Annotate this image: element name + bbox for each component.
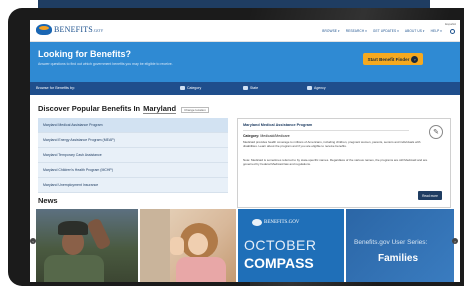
arrow-right-icon: › xyxy=(411,55,419,63)
search-icon[interactable] xyxy=(450,29,455,34)
benefit-item[interactable]: Maryland Children's Health Program (MCHP… xyxy=(38,163,228,178)
carousel-prev-icon[interactable]: ‹ xyxy=(30,238,36,244)
child-image xyxy=(188,233,208,255)
website-screen: BENEFITS.GOV Español BROWSE ▾ RESEARCH ▾… xyxy=(30,20,460,282)
site-header: BENEFITS.GOV Español BROWSE ▾ RESEARCH ▾… xyxy=(30,20,460,42)
nav-help[interactable]: HELP ▾ xyxy=(431,29,442,33)
stethoscope-icon: ✎ xyxy=(429,125,443,139)
nav-browse[interactable]: BROWSE ▾ xyxy=(322,29,339,33)
benefit-item[interactable]: Maryland Temporary Cash Assistance xyxy=(38,148,228,163)
soldier-image xyxy=(44,255,104,282)
carousel-next-icon[interactable]: › xyxy=(452,238,458,244)
hero-subtitle: Answer questions to find out which gover… xyxy=(38,62,173,66)
discover-title: Discover Popular Benefits In xyxy=(38,104,141,113)
start-benefit-finder-button[interactable]: Start Benefit Finder › xyxy=(363,53,423,65)
tile-logo-text: BENEFITS.GOV xyxy=(264,220,300,225)
benefit-item[interactable]: Maryland Unemployment Insurance xyxy=(38,178,228,193)
detail-title: Maryland Medical Assistance Program xyxy=(243,123,313,127)
category-value: Medicaid/Medicare xyxy=(260,134,290,138)
detail-description: Medicaid provides health coverage to mil… xyxy=(243,140,421,148)
logo-suffix: .GOV xyxy=(92,28,104,33)
logo-icon xyxy=(36,24,52,35)
benefit-item-label: Maryland Unemployment Insurance xyxy=(43,183,99,187)
tile-logo: BENEFITS.GOV xyxy=(252,219,299,226)
discover-heading: Discover Popular Benefits In Maryland Ch… xyxy=(38,104,209,114)
tile-line-2: COMPASS xyxy=(244,255,314,271)
nav-research[interactable]: RESEARCH ▾ xyxy=(346,29,367,33)
benefit-item[interactable]: Maryland Medical Assistance Program xyxy=(38,118,228,133)
logo-wordmark: BENEFITS xyxy=(54,25,93,34)
girl-body xyxy=(176,257,226,282)
divider xyxy=(243,130,409,131)
benefit-item-label: Maryland Children's Health Program (MCHP… xyxy=(43,168,113,172)
selected-state[interactable]: Maryland xyxy=(143,104,177,114)
read-more-button[interactable]: Read more xyxy=(418,191,442,200)
benefit-item[interactable]: Maryland Energy Assistance Program (MEAP… xyxy=(38,133,228,148)
benefit-list: Maryland Medical Assistance Program Mary… xyxy=(38,118,228,193)
nav-get-updates[interactable]: GET UPDATES ▾ xyxy=(373,29,399,33)
browse-agency[interactable]: Agency xyxy=(307,86,326,90)
tile-series-title: Benefits.gov User Series: xyxy=(354,239,428,246)
read-more-label: Read more xyxy=(422,193,438,198)
change-location-button[interactable]: Change location xyxy=(181,107,209,113)
news-tile-user-series[interactable]: Benefits.gov User Series: Families xyxy=(346,209,454,282)
benefit-detail-panel: Maryland Medical Assistance Program Cate… xyxy=(237,118,451,208)
benefit-item-label: Maryland Energy Assistance Program (MEAP… xyxy=(43,138,115,142)
logo-icon xyxy=(252,219,262,226)
logo-text: BENEFITS.GOV xyxy=(54,25,103,34)
detail-category: Category: Medicaid/Medicare xyxy=(243,134,290,138)
site-logo[interactable]: BENEFITS.GOV xyxy=(36,24,103,35)
browse-state[interactable]: State xyxy=(243,86,258,90)
hero-banner: Looking for Benefits? Answer questions t… xyxy=(30,42,460,82)
saluting-hand xyxy=(86,217,112,251)
nav-about-us[interactable]: ABOUT US ▾ xyxy=(405,29,425,33)
main-nav: BROWSE ▾ RESEARCH ▾ GET UPDATES ▾ ABOUT … xyxy=(322,29,442,33)
tile-series-subtitle: Families xyxy=(378,253,419,264)
detail-note: Note: Medicaid is sometimes referred to … xyxy=(243,158,428,166)
news-tile-veterans[interactable] xyxy=(36,209,138,282)
browse-bar: Browse for Benefits by: Category State A… xyxy=(30,82,460,95)
adult-image xyxy=(140,209,170,282)
news-tile-family[interactable] xyxy=(140,209,236,282)
hero-title: Looking for Benefits? xyxy=(38,49,131,59)
browse-label: Browse for Benefits by: xyxy=(36,86,76,90)
benefit-item-label: Maryland Temporary Cash Assistance xyxy=(43,153,102,157)
news-title: News xyxy=(38,196,58,205)
news-tile-october-compass[interactable]: BENEFITS.GOV OCTOBER COMPASS xyxy=(238,209,344,282)
category-label: Category: xyxy=(243,134,260,138)
building-icon xyxy=(307,86,312,90)
news-carousel: BENEFITS.GOV OCTOBER COMPASS Benefits.go… xyxy=(36,209,460,282)
map-icon xyxy=(243,86,248,90)
browse-category-label: Category xyxy=(187,86,202,90)
language-link[interactable]: Español xyxy=(445,22,456,26)
folder-icon xyxy=(180,86,185,90)
browse-state-label: State xyxy=(250,86,259,90)
browse-category[interactable]: Category xyxy=(180,86,201,90)
tile-line-1: OCTOBER xyxy=(244,237,317,253)
soldier-cap xyxy=(58,221,88,235)
browse-agency-label: Agency xyxy=(314,86,326,90)
benefit-item-label: Maryland Medical Assistance Program xyxy=(43,123,103,127)
start-benefit-finder-label: Start Benefit Finder xyxy=(367,56,410,62)
child-hand xyxy=(170,237,184,255)
